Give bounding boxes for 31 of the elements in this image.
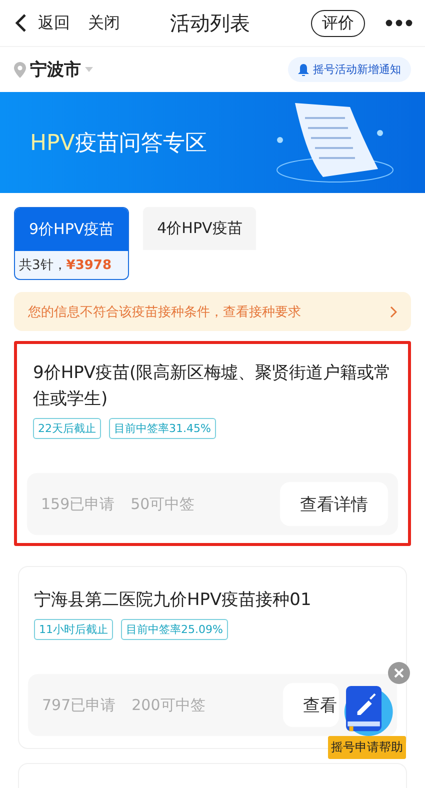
- activity-title: 宁海县第二医院九价HPV疫苗接种01: [33, 589, 312, 612]
- quota-count: 200可中签: [132, 696, 206, 714]
- chevron-right-icon: [390, 306, 397, 318]
- activity-title: 9价HPV疫苗(限高新区梅墟、聚贤街道户籍或常住或学生): [32, 362, 392, 411]
- applied-count: 159已申请: [41, 494, 115, 514]
- bell-icon: [298, 64, 309, 76]
- details-button[interactable]: 查看: [283, 683, 339, 727]
- close-link[interactable]: 关闭: [88, 12, 120, 34]
- city-selector[interactable]: 宁波市: [30, 58, 81, 81]
- page-title: 活动列表: [170, 10, 251, 36]
- back-link[interactable]: 返回: [38, 12, 70, 34]
- activity-tag: 目前中签率31.45%: [109, 418, 216, 439]
- vaccine-tab[interactable]: 9价HPV疫苗 共3针，¥3978: [14, 207, 130, 280]
- help-label[interactable]: 摇号申请帮助: [328, 736, 406, 759]
- vaccine-tab[interactable]: 4价HPV疫苗: [143, 207, 256, 250]
- activity-card[interactable]: 9价HPV疫苗(限高新区梅墟、聚贤街道户籍或常住或学生) 22天后截止 目前中签率31.45% 159已申请 50可中签 查看详情: [14, 341, 411, 546]
- activity-tag: 目前中签率25.09%: [121, 619, 228, 640]
- banner-title: HPV疫苗问答专区: [30, 130, 207, 158]
- notice-text: 您的信息不符合该疫苗接种条件，查看接种要求: [28, 304, 301, 320]
- rate-button[interactable]: 评价: [311, 10, 365, 36]
- details-button[interactable]: 查看详情: [280, 482, 388, 526]
- more-icon[interactable]: [385, 19, 413, 27]
- banner[interactable]: HPV疫苗问答专区: [0, 92, 425, 193]
- activity-tag: 11小时后截止: [34, 619, 113, 640]
- notify-button[interactable]: 摇号活动新增通知: [288, 57, 411, 82]
- quota-count: 50可中签: [130, 494, 195, 514]
- location-pin-icon: [14, 62, 26, 78]
- close-icon[interactable]: [388, 662, 410, 684]
- applied-count: 797已申请: [42, 696, 116, 714]
- back-icon[interactable]: [14, 13, 28, 33]
- activity-tag: 22天后截止: [33, 418, 101, 439]
